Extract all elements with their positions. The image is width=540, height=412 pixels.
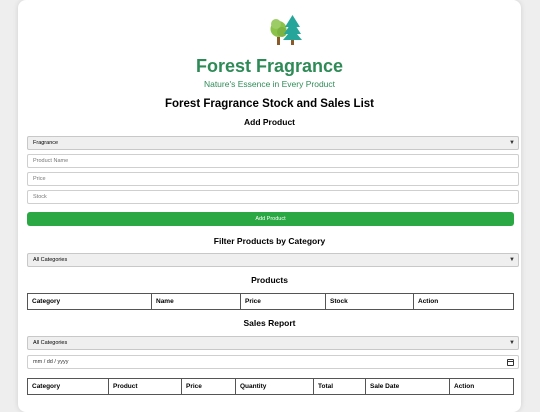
column-header-action: Action: [413, 293, 514, 310]
chevron-down-icon: ▼: [509, 140, 515, 146]
column-header-price: Price: [181, 378, 236, 395]
sales-header-row: Category Product Price Quantity Total Sa…: [27, 378, 514, 395]
sale-date-input[interactable]: mm / dd / yyyy: [27, 355, 519, 369]
stock-input[interactable]: Stock: [27, 190, 519, 204]
brand-title: Forest Fragrance: [195, 56, 344, 76]
column-header-price: Price: [240, 293, 326, 310]
add-product-button[interactable]: Add Product: [27, 212, 514, 226]
sales-table: Category Product Price Quantity Total Sa…: [27, 378, 514, 395]
column-header-quantity: Quantity: [235, 378, 314, 395]
filter-category-select[interactable]: All Categories ▼: [27, 253, 519, 267]
sales-report-heading: Sales Report: [243, 318, 296, 328]
category-select[interactable]: Fragrance ▼: [27, 136, 519, 150]
sales-category-value: All Categories: [33, 340, 68, 346]
column-header-product: Product: [108, 378, 182, 395]
main-card: Forest Fragrance Nature's Essence in Eve…: [18, 0, 521, 412]
page-title: Forest Fragrance Stock and Sales List: [165, 98, 374, 110]
sales-category-select[interactable]: All Categories ▼: [27, 336, 519, 350]
chevron-down-icon: ▼: [509, 340, 515, 346]
category-select-value: Fragrance: [33, 140, 59, 146]
column-header-category: Category: [27, 293, 152, 310]
trees-icon: [270, 15, 302, 45]
column-header-total: Total: [313, 378, 366, 395]
products-table: Category Name Price Stock Action: [27, 293, 514, 310]
calendar-icon[interactable]: [507, 359, 514, 366]
column-header-name: Name: [151, 293, 241, 310]
price-input[interactable]: Price: [27, 172, 519, 186]
products-header-row: Category Name Price Stock Action: [27, 293, 514, 310]
chevron-down-icon: ▼: [509, 257, 515, 263]
add-product-heading: Add Product: [244, 117, 295, 127]
column-header-category: Category: [27, 378, 109, 395]
column-header-action: Action: [449, 378, 514, 395]
column-header-stock: Stock: [325, 293, 414, 310]
filter-category-value: All Categories: [33, 257, 68, 263]
sale-date-placeholder: mm / dd / yyyy: [33, 359, 69, 365]
column-header-sale-date: Sale Date: [365, 378, 450, 395]
product-name-input[interactable]: Product Name: [27, 154, 519, 168]
filter-heading: Filter Products by Category: [213, 236, 326, 246]
brand-tagline: Nature's Essence in Every Product: [203, 79, 336, 89]
products-heading: Products: [251, 275, 288, 285]
